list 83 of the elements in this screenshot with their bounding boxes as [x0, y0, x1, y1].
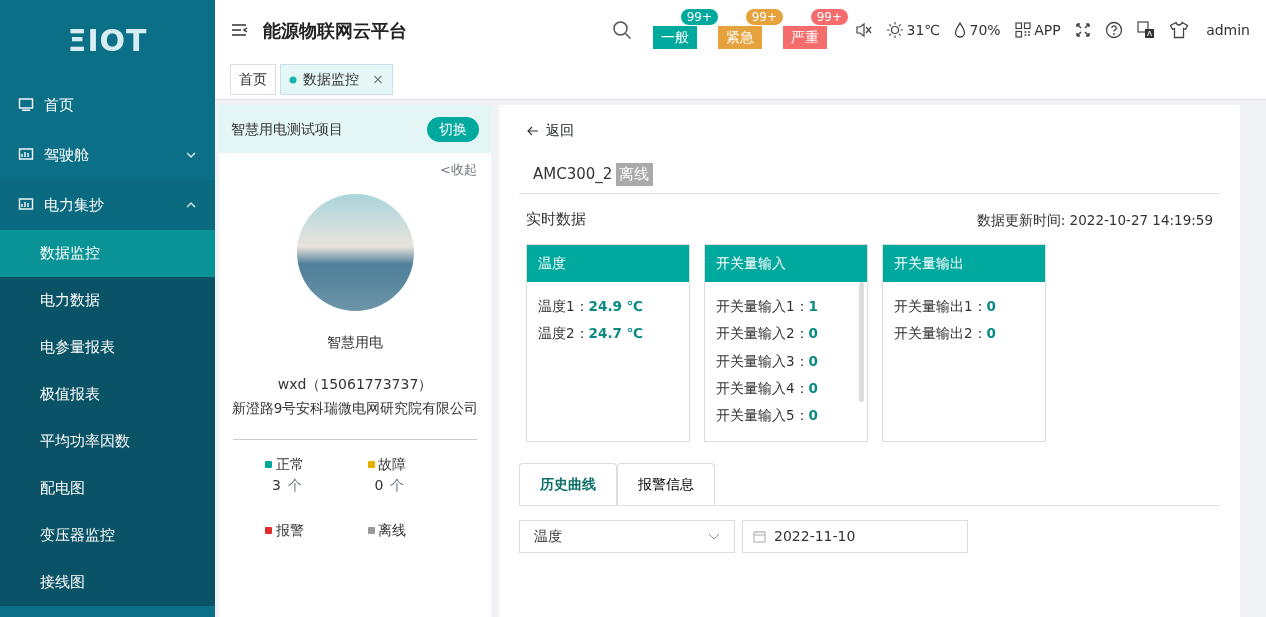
- page-tab[interactable]: 首页: [230, 64, 276, 95]
- card-title: 开关量输出: [883, 245, 1045, 282]
- field-value: 1: [808, 297, 818, 316]
- field-label: 温度1：: [538, 297, 589, 316]
- menu-icon: [231, 22, 249, 38]
- chart-icon: [18, 147, 34, 163]
- metric-select[interactable]: 温度: [519, 520, 735, 553]
- project-name: 智慧用电测试项目: [231, 119, 343, 139]
- submenu-item[interactable]: 配电图: [0, 465, 215, 512]
- collapse-link[interactable]: <收起: [440, 162, 477, 177]
- sun-icon: [887, 22, 903, 38]
- active-dot-icon: [289, 75, 297, 84]
- submenu-item[interactable]: 变压器监控: [0, 512, 215, 559]
- submenu-item[interactable]: 接线图: [0, 559, 215, 606]
- submenu-item[interactable]: 电参量报表: [0, 324, 215, 371]
- help-icon: [1104, 21, 1123, 39]
- count-badge: 99+: [679, 7, 719, 26]
- field-label: 开关量输入1：: [716, 297, 809, 316]
- history-tab[interactable]: 历史曲线: [519, 463, 617, 505]
- card-title: 温度: [527, 245, 689, 282]
- count-unit: 个: [390, 476, 405, 496]
- field-label: 开关量输入2：: [716, 324, 809, 344]
- device-name: AMC300_2: [533, 164, 613, 185]
- field-value: 0: [986, 297, 996, 316]
- sidebar-item[interactable]: 电力集抄: [0, 180, 215, 230]
- back-link[interactable]: 返回: [526, 119, 575, 142]
- count-badge: 99+: [809, 7, 849, 26]
- calendar-icon: [753, 530, 766, 543]
- fullscreen-icon: [1074, 22, 1091, 38]
- submenu-item[interactable]: 数据监控: [0, 230, 215, 277]
- status-count: 3: [272, 476, 281, 496]
- logo-text: ΞIOT: [66, 21, 149, 60]
- humidity-text: 70%: [969, 20, 1001, 40]
- field-value: 24.9 ℃: [588, 297, 643, 316]
- close-icon[interactable]: ×: [372, 69, 384, 90]
- submenu-item[interactable]: 平均功率因数: [0, 418, 215, 465]
- submenu-item[interactable]: 极值报表: [0, 371, 215, 418]
- card-title: 开关量输入: [705, 245, 867, 282]
- status-label: 故障: [378, 455, 406, 475]
- status-count: 0: [374, 476, 384, 496]
- project-title: 智慧用电: [327, 333, 383, 350]
- field-value: 0: [808, 406, 818, 425]
- back-arrow-icon: [527, 125, 539, 136]
- qr-grid-icon: [1014, 22, 1031, 38]
- field-label: 温度2：: [538, 324, 589, 344]
- drop-icon: [954, 22, 967, 38]
- field-value: 0: [808, 351, 818, 371]
- field-value: 0: [808, 324, 818, 344]
- monitor-icon: [18, 97, 34, 113]
- count-badge: 99+: [744, 7, 784, 26]
- field-label: 开关量输出2：: [894, 324, 987, 344]
- temperature-text: 31℃: [906, 20, 941, 40]
- field-label: 开关量输入3：: [716, 351, 809, 371]
- app-link[interactable]: APP: [1034, 19, 1061, 41]
- field-value: 0: [808, 378, 818, 398]
- speaker-muted-icon: [855, 22, 873, 38]
- chevron-icon: [708, 532, 720, 541]
- status-label: 正常: [275, 455, 304, 475]
- sidebar-item[interactable]: 驾驶舱: [0, 130, 215, 180]
- device-status: 离线: [615, 163, 653, 186]
- page-tab[interactable]: 数据监控 ×: [280, 64, 393, 95]
- history-tab[interactable]: 报警信息: [617, 463, 715, 505]
- count-unit: 个: [287, 476, 302, 496]
- app-title: 能源物联网云平台: [263, 18, 407, 43]
- field-label: 开关量输入4：: [716, 378, 809, 398]
- field-label: 开关量输出1：: [894, 297, 987, 316]
- user-name[interactable]: admin: [1206, 19, 1250, 41]
- date-field[interactable]: 2022-11-10: [742, 520, 968, 553]
- address-text: 新澄路9号安科瑞微电网研究院有限公司: [231, 400, 479, 416]
- section-title: 实时数据: [526, 208, 586, 230]
- search-icon: [612, 20, 632, 40]
- status-label: 离线: [378, 521, 406, 541]
- submenu-item[interactable]: 电力数据: [0, 277, 215, 324]
- field-value: 24.7 ℃: [588, 324, 643, 344]
- status-label: 报警: [275, 521, 304, 541]
- chart-icon: [18, 197, 34, 213]
- shirt-icon: [1168, 21, 1189, 39]
- translate-icon: [1136, 21, 1155, 39]
- field-value: 0: [986, 324, 996, 344]
- update-time: 数据更新时间: 2022-10-27 14:19:59: [976, 210, 1213, 230]
- contact-text: wxd（15061773737）: [277, 375, 433, 392]
- sidebar-item[interactable]: 首页: [0, 80, 215, 130]
- field-label: 开关量输入5：: [716, 406, 809, 425]
